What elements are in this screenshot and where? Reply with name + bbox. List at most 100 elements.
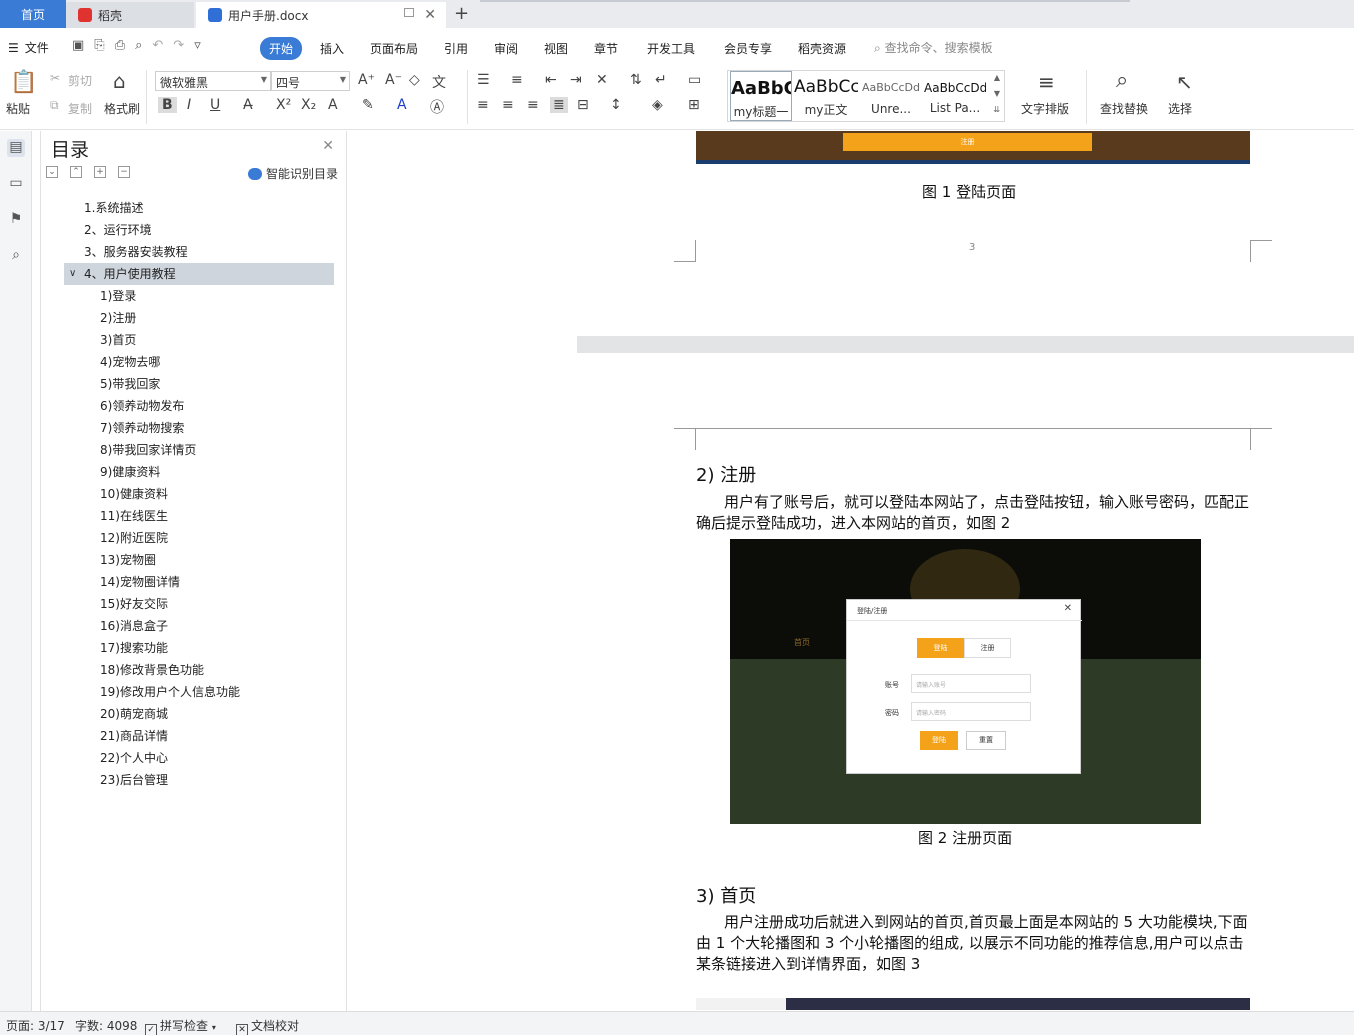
remove-heading-icon[interactable]: − [118,166,130,178]
line-spacing-icon[interactable]: ↕ [610,97,622,113]
expand-up-icon[interactable]: ⌃ [70,166,82,178]
style-unresolved[interactable]: AaBbCcDd Unre... [860,71,922,121]
decrease-indent-icon[interactable]: ⇤ [545,72,557,88]
menu-tab-member[interactable]: 会员专享 [724,40,772,57]
font-size-select[interactable]: 四号 ▼ [271,71,350,91]
phonetic-guide-icon[interactable]: 文 [432,72,446,92]
collapse-all-icon[interactable]: ⌄ [46,166,58,178]
toc-item[interactable]: 22)个人中心 [41,747,347,769]
file-menu[interactable]: ☰ 文件 [8,39,49,56]
toc-item[interactable]: 20)萌宠商城 [41,703,347,725]
chevron-down-icon[interactable]: ∨ [69,263,76,285]
menu-tab-resources[interactable]: 稻壳资源 [798,40,846,57]
pin-window-icon[interactable] [404,8,414,17]
font-name-select[interactable]: 微软雅黑 ▼ [155,71,271,91]
find-replace-icon[interactable]: ⌕ [1116,68,1128,93]
style-list-paragraph[interactable]: AaBbCcDd List Pa... [924,71,986,121]
numbered-list-icon[interactable]: ≡ [511,72,523,88]
menu-tab-review[interactable]: 审阅 [494,40,518,57]
toc-item[interactable]: 17)搜索功能 [41,637,347,659]
toc-item[interactable]: 1)登录 [41,285,347,307]
tab-home[interactable]: 首页 [0,0,66,28]
toc-item[interactable]: 2)注册 [41,307,347,329]
command-search[interactable]: ⌕ 查找命令、搜索模板 [874,39,993,56]
menu-tab-page-layout[interactable]: 页面布局 [370,40,418,57]
toc-item[interactable]: 23)后台管理 [41,769,347,791]
format-painter-icon[interactable]: ⌂ [113,69,126,93]
align-center-icon[interactable]: ≡ [502,97,514,113]
toc-item[interactable]: 8)带我回家详情页 [41,439,347,461]
word-count[interactable]: 字数: 4098 [75,1017,137,1034]
gallery-scroll-up-icon[interactable]: ▲ [994,73,1000,82]
style-heading1[interactable]: AaBbC my标题一 [730,71,792,121]
menu-tab-start[interactable]: 开始 [260,37,303,60]
find-replace-button[interactable]: 查找替换 [1100,100,1148,117]
increase-indent-icon[interactable]: ⇥ [570,72,582,88]
menu-tab-view[interactable]: 视图 [544,40,568,57]
add-heading-icon[interactable]: + [94,166,106,178]
cut-button[interactable]: 剪切 [68,72,92,89]
toc-panel-icon[interactable]: ▤ [7,139,25,157]
gallery-scroll-down-icon[interactable]: ▼ [994,89,1000,98]
smart-toc-button[interactable]: 智能识别目录 [247,165,338,182]
toc-item[interactable]: 10)健康资料 [41,483,347,505]
new-tab-button[interactable]: + [454,3,469,24]
distributed-icon[interactable]: ⊟ [577,97,589,113]
justify-icon[interactable]: ≣ [550,97,568,113]
italic-icon[interactable]: I [187,97,191,113]
menu-tab-developer[interactable]: 开发工具 [647,40,695,57]
toc-item[interactable]: 12)附近医院 [41,527,347,549]
print-preview-icon[interactable]: ⌕ [135,38,142,53]
select-cursor-icon[interactable]: ↖ [1176,70,1193,94]
bold-icon[interactable]: B [158,97,177,113]
spell-check-toggle[interactable]: ✓ 拼写检查 ▾ [145,1017,216,1035]
toc-item[interactable]: 19)修改用户个人信息功能 [41,681,347,703]
toc-item[interactable]: 14)宠物圈详情 [41,571,347,593]
superscript-icon[interactable]: X² [276,97,291,113]
chapter-nav-icon[interactable]: ▭ [7,175,25,193]
menu-tab-references[interactable]: 引用 [444,40,468,57]
shading-icon[interactable]: ◈ [652,97,663,113]
toc-item[interactable]: 3)首页 [41,329,347,351]
print-icon[interactable]: ⎙ [115,38,125,53]
toc-item[interactable]: 3、服务器安装教程 [41,241,347,263]
paste-icon[interactable]: 📋 [10,70,37,95]
toc-item[interactable]: 2、运行环境 [41,219,347,241]
font-color-icon[interactable]: A [397,97,407,113]
export-icon[interactable]: ⎘ [94,38,104,53]
highlight-icon[interactable]: ✎ [362,97,374,113]
align-left-icon[interactable]: ≡ [477,97,489,113]
close-icon[interactable]: ✕ [322,138,334,154]
align-right-icon[interactable]: ≡ [527,97,539,113]
clear-format-icon[interactable]: ◇ [409,72,420,88]
toc-item[interactable]: 15)好友交际 [41,593,347,615]
toc-item[interactable]: 1.系统描述 [41,197,347,219]
char-border-icon[interactable]: Ⓐ [430,97,444,117]
toc-item[interactable]: 11)在线医生 [41,505,347,527]
text-layout-button[interactable]: 文字排版 [1021,100,1069,117]
toc-item[interactable]: ∨ 4、用户使用教程 [64,263,334,285]
show-marks-icon[interactable]: ↵ [655,72,667,88]
menu-tab-section[interactable]: 章节 [594,40,618,57]
text-effect-icon[interactable]: A [328,97,338,113]
sort-icon[interactable]: ⇅ [630,72,642,88]
page-indicator[interactable]: 页面: 3/17 [6,1017,65,1034]
bookmark-icon[interactable]: ⚑ [7,211,25,229]
toc-item[interactable]: 16)消息盒子 [41,615,347,637]
bullet-list-icon[interactable]: ☰ [477,72,490,88]
toc-item[interactable]: 9)健康资料 [41,461,347,483]
toc-item[interactable]: 7)领养动物搜索 [41,417,347,439]
text-layout-icon[interactable]: ≡ [1038,70,1055,94]
tab-document[interactable]: 用户手册.docx ✕ [196,2,446,28]
menu-tab-insert[interactable]: 插入 [320,40,344,57]
search-icon[interactable]: ⌕ [7,247,25,265]
grow-font-icon[interactable]: A⁺ [358,72,375,88]
toc-item[interactable]: 13)宠物圈 [41,549,347,571]
format-painter-button[interactable]: 格式刷 [104,100,140,117]
undo-icon[interactable]: ↶ [152,38,163,53]
select-button[interactable]: 选择 [1168,100,1192,117]
save-icon[interactable]: ▣ [72,38,84,53]
toc-item[interactable]: 4)宠物去哪 [41,351,347,373]
underline-icon[interactable]: U [210,97,220,113]
toc-item[interactable]: 5)带我回家 [41,373,347,395]
